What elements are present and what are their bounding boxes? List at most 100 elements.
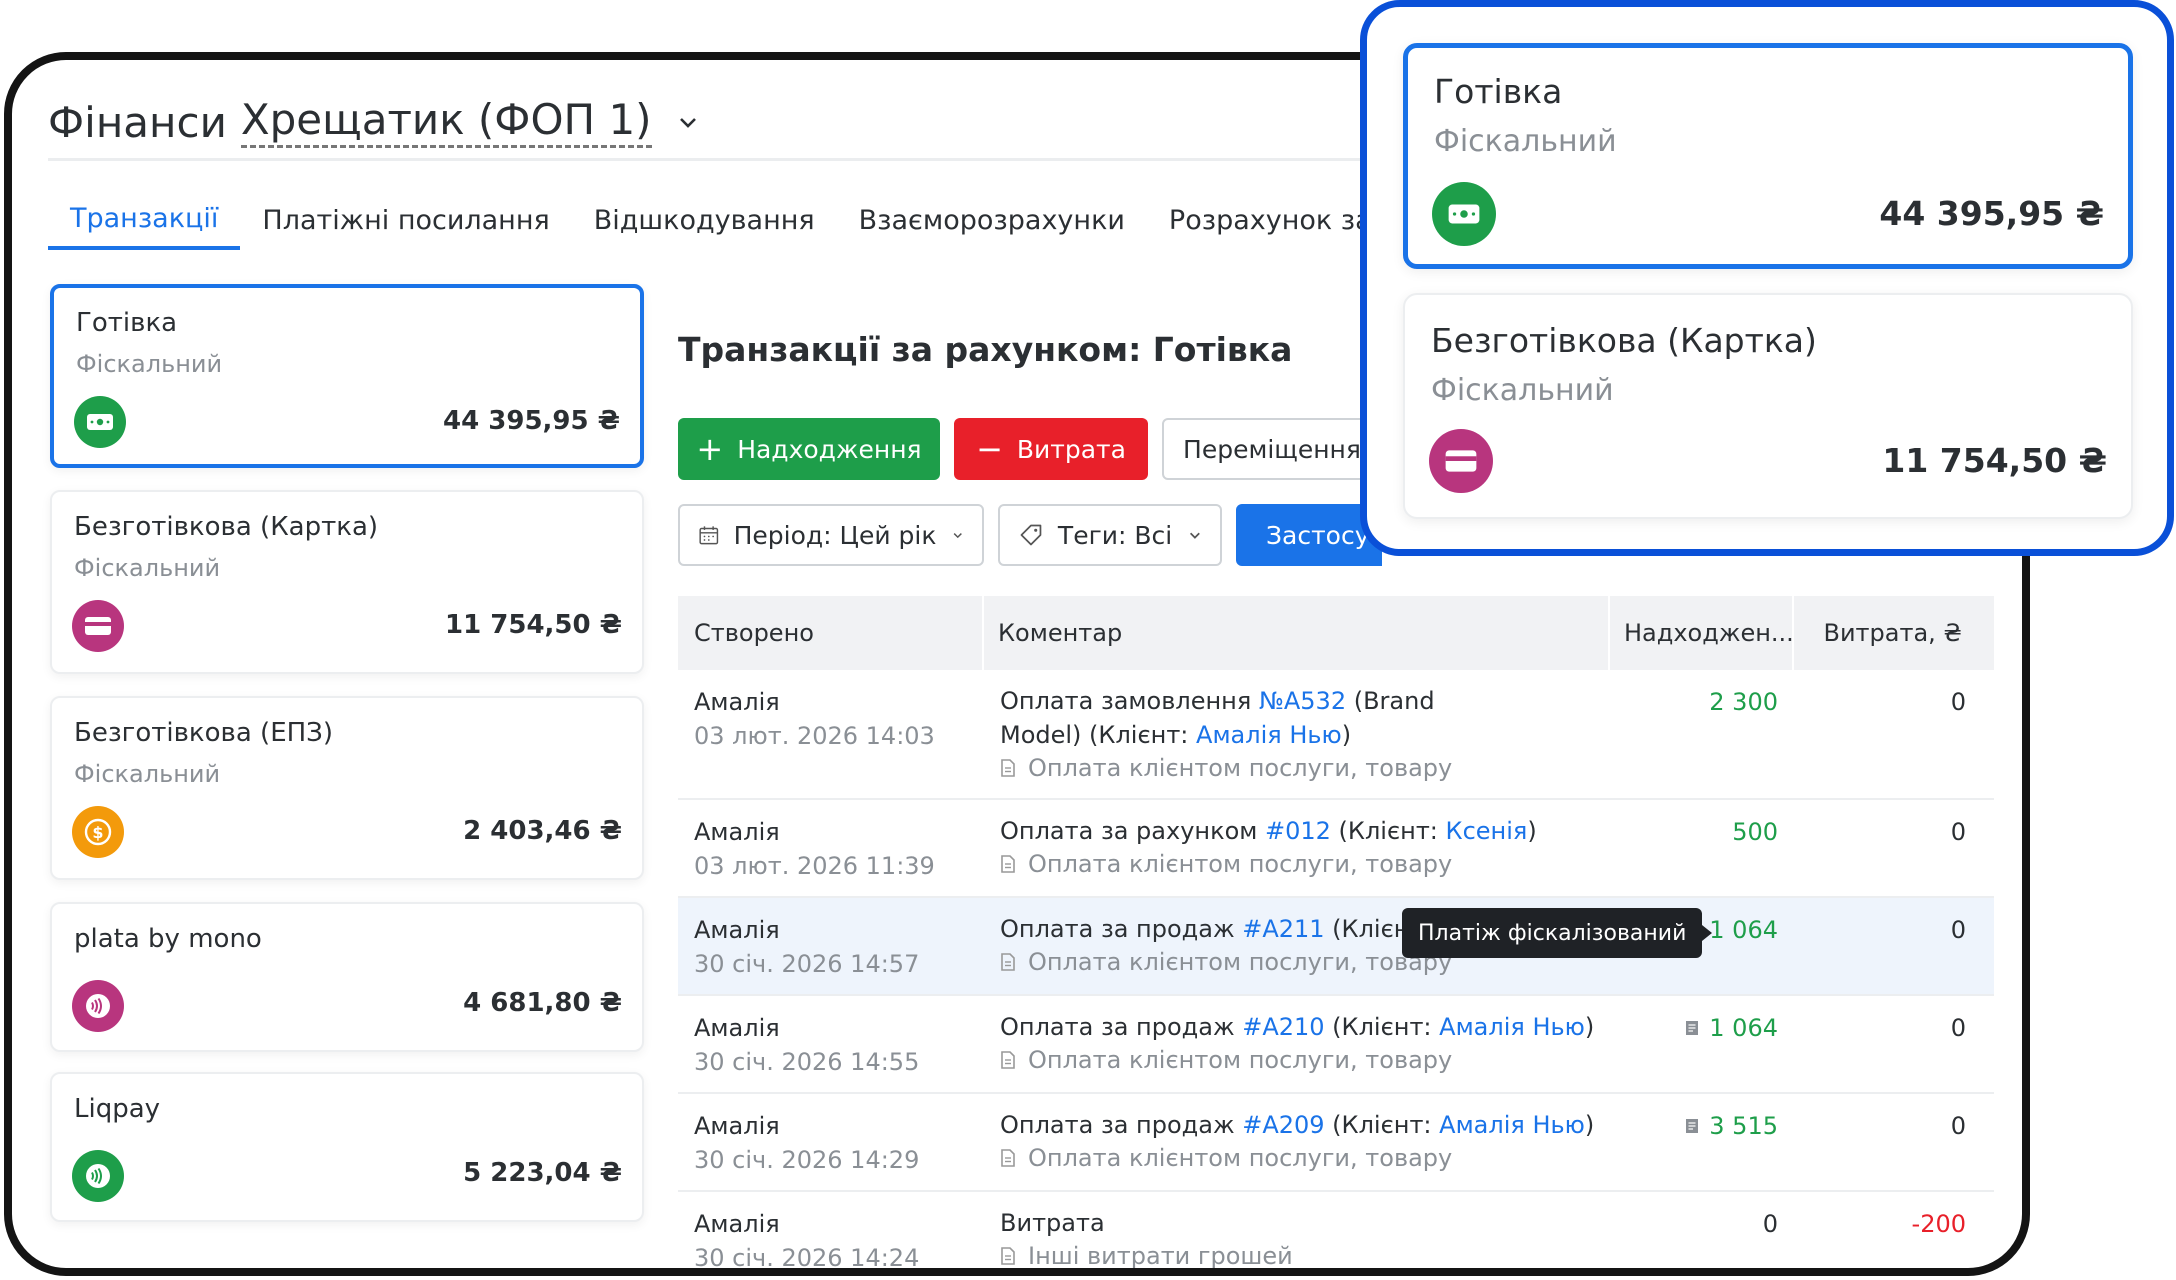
account-type: Фіскальний: [1431, 373, 1614, 408]
table-row[interactable]: Амалія 30 січ. 2026 14:57 Оплата за прод…: [678, 898, 1994, 996]
row-date: 30 січ. 2026 14:24: [694, 1244, 920, 1272]
column-comment[interactable]: Коментар: [982, 596, 1122, 670]
tab-settlements[interactable]: Взаєморозрахунки: [837, 190, 1147, 250]
add-expense-button[interactable]: − Витрата: [954, 418, 1148, 480]
row-category: Оплата клієнтом послуги, товару: [1000, 948, 1452, 976]
account-card-liqpay[interactable]: Liqpay 5 223,04 ₴: [50, 1072, 644, 1222]
row-expense: 0: [1950, 1014, 1966, 1042]
row-author: Амалія: [694, 916, 780, 944]
document-icon: [1001, 1051, 1015, 1069]
account-balance: 4 681,80 ₴: [463, 988, 622, 1018]
tab-bar: Транзакції Платіжні посилання Відшкодува…: [48, 190, 1496, 250]
add-income-label: Надходження: [737, 434, 922, 464]
client-link[interactable]: Ксенія: [1446, 817, 1528, 845]
chevron-down-icon[interactable]: [676, 110, 700, 134]
row-category: Оплата клієнтом послуги, товару: [1000, 1144, 1452, 1172]
account-name: Безготівкова (ЕПЗ): [74, 718, 333, 748]
account-balance: 11 754,50 ₴: [1882, 441, 2107, 480]
column-income[interactable]: Надходжен...: [1608, 596, 1794, 670]
table-header: Створено Коментар Надходжен... Витрата, …: [678, 596, 1994, 670]
period-filter-label: Період: Цей рік: [733, 520, 937, 550]
page-header: Фінанси Хрещатик (ФОП 1): [48, 82, 700, 162]
account-name: Безготівкова (Картка): [1431, 321, 1817, 360]
column-created[interactable]: Створено: [694, 596, 814, 670]
sale-link[interactable]: #A211: [1242, 915, 1324, 943]
zoomed-account-card-cash[interactable]: Готівка Фіскальний 44 395,95 ₴: [1403, 43, 2133, 269]
content-title: Транзакції за рахунком: Готівка: [678, 330, 1293, 369]
row-comment: Оплата за продаж #A210 (Клієнт: Амалія Н…: [1000, 1013, 1595, 1041]
row-comment: Витрата: [1000, 1209, 1105, 1237]
row-income: 500: [1732, 818, 1778, 846]
client-link[interactable]: Амалія Нью: [1196, 721, 1342, 749]
account-name: plata by mono: [74, 924, 262, 954]
row-category: Оплата клієнтом послуги, товару: [1000, 1046, 1452, 1074]
zoomed-account-card-card[interactable]: Безготівкова (Картка) Фіскальний 11 754,…: [1403, 293, 2133, 519]
tags-filter-label: Теги: Всі: [1057, 520, 1173, 550]
document-icon: [1001, 1247, 1015, 1265]
account-balance: 44 395,95 ₴: [443, 406, 620, 436]
receipt-icon[interactable]: [1685, 1020, 1699, 1036]
svg-text:$: $: [92, 823, 103, 842]
client-link[interactable]: Амалія Нью: [1439, 1111, 1585, 1139]
tags-filter[interactable]: Теги: Всі: [998, 504, 1222, 566]
row-income: 1 064: [1685, 1014, 1778, 1042]
row-comment: Оплата за рахунком #012 (Клієнт: Ксенія): [1000, 817, 1537, 845]
minus-icon: −: [976, 430, 1003, 468]
add-income-button[interactable]: + Надходження: [678, 418, 940, 480]
order-link[interactable]: №A532: [1259, 687, 1346, 715]
account-type: Фіскальний: [74, 760, 221, 788]
tab-refunds[interactable]: Відшкодування: [572, 190, 837, 250]
document-icon: [1001, 855, 1015, 873]
table-row[interactable]: Амалія 03 лют. 2026 14:03 Оплата замовле…: [678, 670, 1994, 800]
account-name: Liqpay: [74, 1094, 161, 1124]
add-expense-label: Витрата: [1016, 434, 1126, 464]
account-balance: 44 395,95 ₴: [1879, 194, 2104, 233]
row-author: Амалія: [694, 1014, 780, 1042]
account-card-mono[interactable]: plata by mono 4 681,80 ₴: [50, 902, 644, 1052]
row-expense: 0: [1950, 688, 1966, 716]
account-type: Фіскальний: [74, 554, 221, 582]
account-card-card[interactable]: Безготівкова (Картка) Фіскальний 11 754,…: [50, 490, 644, 674]
row-date: 30 січ. 2026 14:55: [694, 1048, 920, 1076]
account-card-epz[interactable]: Безготівкова (ЕПЗ) Фіскальний $ 2 403,46…: [50, 696, 644, 880]
table-row[interactable]: Амалія 30 січ. 2026 14:29 Оплата за прод…: [678, 1094, 1994, 1192]
account-balance: 5 223,04 ₴: [463, 1158, 622, 1188]
table-row[interactable]: Амалія 30 січ. 2026 14:55 Оплата за прод…: [678, 996, 1994, 1094]
column-expense[interactable]: Витрата, ₴: [1792, 596, 1966, 670]
client-link[interactable]: Амалія Нью: [1439, 1013, 1585, 1041]
row-category: Оплата клієнтом послуги, товару: [1000, 754, 1452, 782]
document-icon: [1001, 953, 1015, 971]
calendar-icon: [699, 526, 719, 545]
account-card-cash[interactable]: Готівка Фіскальний 44 395,95 ₴: [50, 284, 644, 468]
row-comment: Оплата за продаж #A209 (Клієнт: Амалія Н…: [1000, 1111, 1595, 1139]
table-row[interactable]: Амалія 30 січ. 2026 14:24 Витрата Інші в…: [678, 1192, 1994, 1272]
table-row[interactable]: Амалія 03 лют. 2026 11:39 Оплата за раху…: [678, 800, 1994, 898]
row-expense: 0: [1950, 1112, 1966, 1140]
row-author: Амалія: [694, 1210, 780, 1238]
receipt-icon[interactable]: [1685, 1118, 1699, 1134]
tag-icon: [1020, 524, 1042, 546]
invoice-link[interactable]: #012: [1265, 817, 1331, 845]
row-income: 3 515: [1685, 1112, 1778, 1140]
tab-payment-links[interactable]: Платіжні посилання: [240, 190, 571, 250]
row-category: Оплата клієнтом послуги, товару: [1000, 850, 1452, 878]
coin-icon: $: [72, 806, 124, 858]
row-date: 30 січ. 2026 14:29: [694, 1146, 920, 1174]
organization-selector[interactable]: Хрещатик (ФОП 1): [240, 96, 652, 148]
period-filter[interactable]: Період: Цей рік: [678, 504, 984, 566]
account-name: Безготівкова (Картка): [74, 512, 379, 542]
row-income: 2 300: [1709, 688, 1778, 716]
row-date: 30 січ. 2026 14:57: [694, 950, 920, 978]
cash-icon: [1432, 182, 1496, 246]
sale-link[interactable]: #A209: [1242, 1111, 1324, 1139]
contactless-icon: [72, 980, 124, 1032]
card-icon: [1429, 429, 1493, 493]
tab-transactions[interactable]: Транзакції: [48, 190, 241, 250]
row-expense: 0: [1950, 818, 1966, 846]
sale-link[interactable]: #A210: [1242, 1013, 1324, 1041]
row-author: Амалія: [694, 688, 780, 716]
card-icon: [72, 600, 124, 652]
plus-icon: +: [696, 430, 724, 468]
transfer-button[interactable]: Переміщення: [1162, 418, 1382, 480]
zoom-callout: Готівка Фіскальний 44 395,95 ₴ Безготівк…: [1360, 0, 2174, 556]
